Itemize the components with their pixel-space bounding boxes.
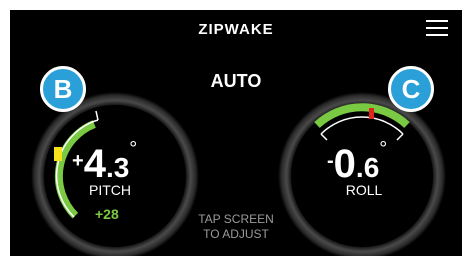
roll-sign: - <box>327 150 334 172</box>
roll-integer: 0 <box>333 142 356 186</box>
roll-degree-symbol: ° <box>379 138 388 160</box>
pitch-label: PITCH <box>89 182 131 198</box>
roll-label: ROLL <box>345 182 383 198</box>
hint-line-2: TO ADJUST <box>203 227 269 241</box>
pitch-degree-symbol: ° <box>129 138 138 160</box>
pitch-yellow-indicator <box>54 147 62 161</box>
callout-badge-b: B <box>40 66 86 112</box>
roll-readout: -0.6° <box>327 138 387 187</box>
pitch-trim-value: +28 <box>95 206 119 222</box>
hint-line-1: TAP SCREEN <box>198 212 274 226</box>
pitch-decimal: .3 <box>105 152 130 183</box>
roll-red-indicator <box>369 108 374 119</box>
pitch-readout: +4.3° <box>72 138 137 187</box>
pitch-integer: 4 <box>83 142 106 186</box>
callout-badge-c: C <box>388 66 434 112</box>
trim-control-screen[interactable]: ZIPWAKE AUTO +4.3° PITCH +28 -0.6° ROLL … <box>10 10 462 256</box>
pitch-sign: + <box>72 150 84 172</box>
tap-to-adjust-hint[interactable]: TAP SCREEN TO ADJUST <box>180 212 292 242</box>
roll-decimal: .6 <box>355 152 380 183</box>
